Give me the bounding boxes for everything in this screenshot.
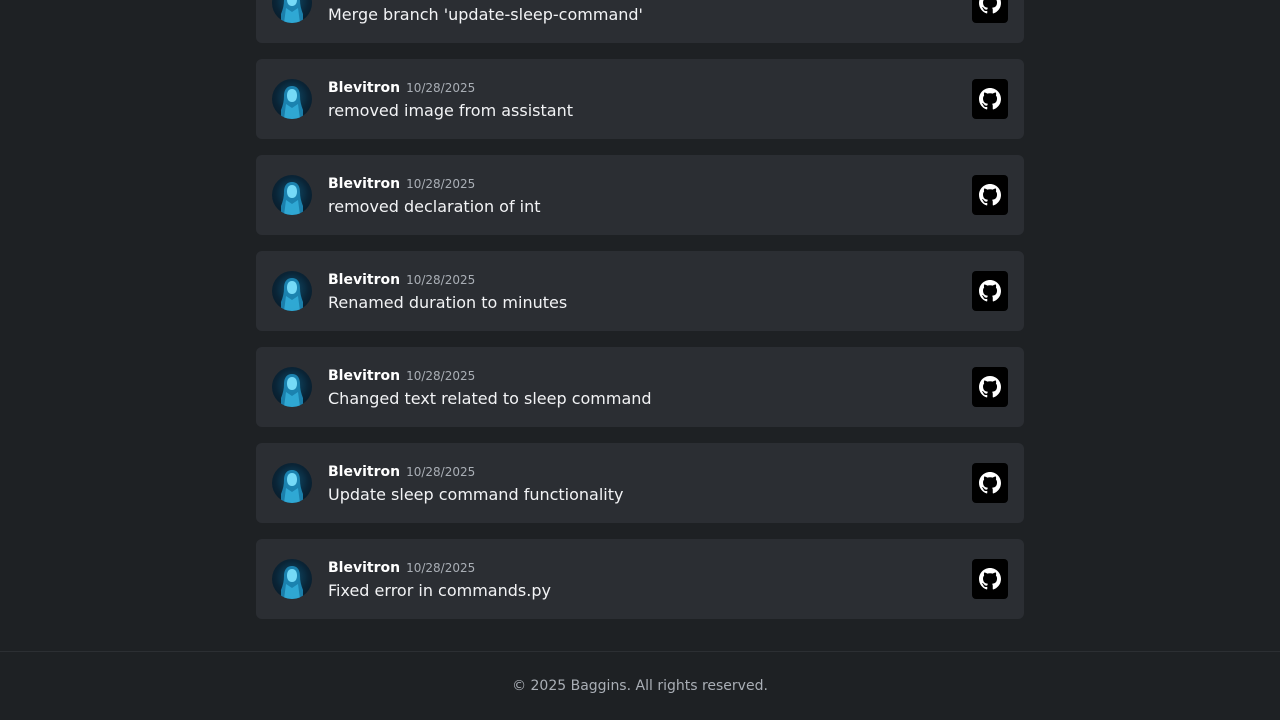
commit-message: Fixed error in commands.py bbox=[328, 581, 551, 600]
commit-meta: Blevitron 10/28/2025 bbox=[328, 365, 475, 384]
commit-date: 10/28/2025 bbox=[406, 369, 476, 383]
commit-message: Update sleep command functionality bbox=[328, 485, 624, 504]
commit-meta: Blevitron 10/28/2025 bbox=[328, 173, 475, 192]
commit-meta: Blevitron 10/28/2025 bbox=[328, 269, 475, 288]
github-icon bbox=[979, 472, 1001, 494]
commit-card: Blevitron 10/28/2025 Renamed duration to … bbox=[256, 251, 1024, 331]
commit-date: 10/28/2025 bbox=[406, 177, 476, 191]
avatar bbox=[272, 175, 312, 215]
commit-card: Blevitron 10/28/2025 Update sleep command… bbox=[256, 443, 1024, 523]
github-icon bbox=[979, 568, 1001, 590]
copyright-text: © 2025 Baggins. All rights reserved. bbox=[512, 678, 768, 694]
avatar bbox=[272, 463, 312, 503]
github-icon bbox=[979, 280, 1001, 302]
commit-card: Blevitron 10/28/2025 Changed text related… bbox=[256, 347, 1024, 427]
commit-author: Blevitron bbox=[328, 368, 401, 384]
commit-meta: Blevitron 10/28/2025 bbox=[328, 557, 475, 576]
commit-date: 10/28/2025 bbox=[406, 465, 476, 479]
github-link-button[interactable] bbox=[972, 367, 1008, 407]
commit-date: 10/28/2025 bbox=[406, 81, 476, 95]
commit-author: Blevitron bbox=[328, 560, 401, 576]
commit-date: 10/28/2025 bbox=[406, 273, 476, 287]
github-icon bbox=[979, 376, 1001, 398]
page-footer: © 2025 Baggins. All rights reserved. bbox=[0, 651, 1280, 720]
github-link-button[interactable] bbox=[972, 175, 1008, 215]
github-link-button[interactable] bbox=[972, 559, 1008, 599]
commit-author: Blevitron bbox=[328, 80, 401, 96]
commit-meta: Blevitron 10/28/2025 bbox=[328, 461, 475, 480]
commit-author: Blevitron bbox=[328, 176, 401, 192]
github-link-button[interactable] bbox=[972, 271, 1008, 311]
avatar bbox=[272, 0, 312, 23]
commit-message: removed image from assistant bbox=[328, 101, 573, 120]
commit-list: Merge branch 'update-sleep-command' Blev… bbox=[256, 0, 1024, 635]
avatar bbox=[272, 271, 312, 311]
github-icon bbox=[979, 88, 1001, 110]
commit-message: Merge branch 'update-sleep-command' bbox=[328, 5, 643, 24]
commit-message: removed declaration of int bbox=[328, 197, 541, 216]
avatar bbox=[272, 79, 312, 119]
github-icon bbox=[979, 184, 1001, 206]
commit-message: Changed text related to sleep command bbox=[328, 389, 652, 408]
commits-page: Merge branch 'update-sleep-command' Blev… bbox=[0, 0, 1280, 720]
avatar bbox=[272, 559, 312, 599]
commit-author: Blevitron bbox=[328, 464, 401, 480]
github-icon bbox=[979, 0, 1001, 14]
commit-card: Merge branch 'update-sleep-command' bbox=[256, 0, 1024, 43]
github-link-button[interactable] bbox=[972, 79, 1008, 119]
commit-author: Blevitron bbox=[328, 272, 401, 288]
avatar bbox=[272, 367, 312, 407]
commit-card: Blevitron 10/28/2025 Fixed error in comma… bbox=[256, 539, 1024, 619]
commit-date: 10/28/2025 bbox=[406, 561, 476, 575]
commit-card: Blevitron 10/28/2025 removed declaration … bbox=[256, 155, 1024, 235]
commit-message: Renamed duration to minutes bbox=[328, 293, 568, 312]
commit-card: Blevitron 10/28/2025 removed image from a… bbox=[256, 59, 1024, 139]
github-link-button[interactable] bbox=[972, 0, 1008, 23]
commit-meta: Blevitron 10/28/2025 bbox=[328, 77, 475, 96]
github-link-button[interactable] bbox=[972, 463, 1008, 503]
